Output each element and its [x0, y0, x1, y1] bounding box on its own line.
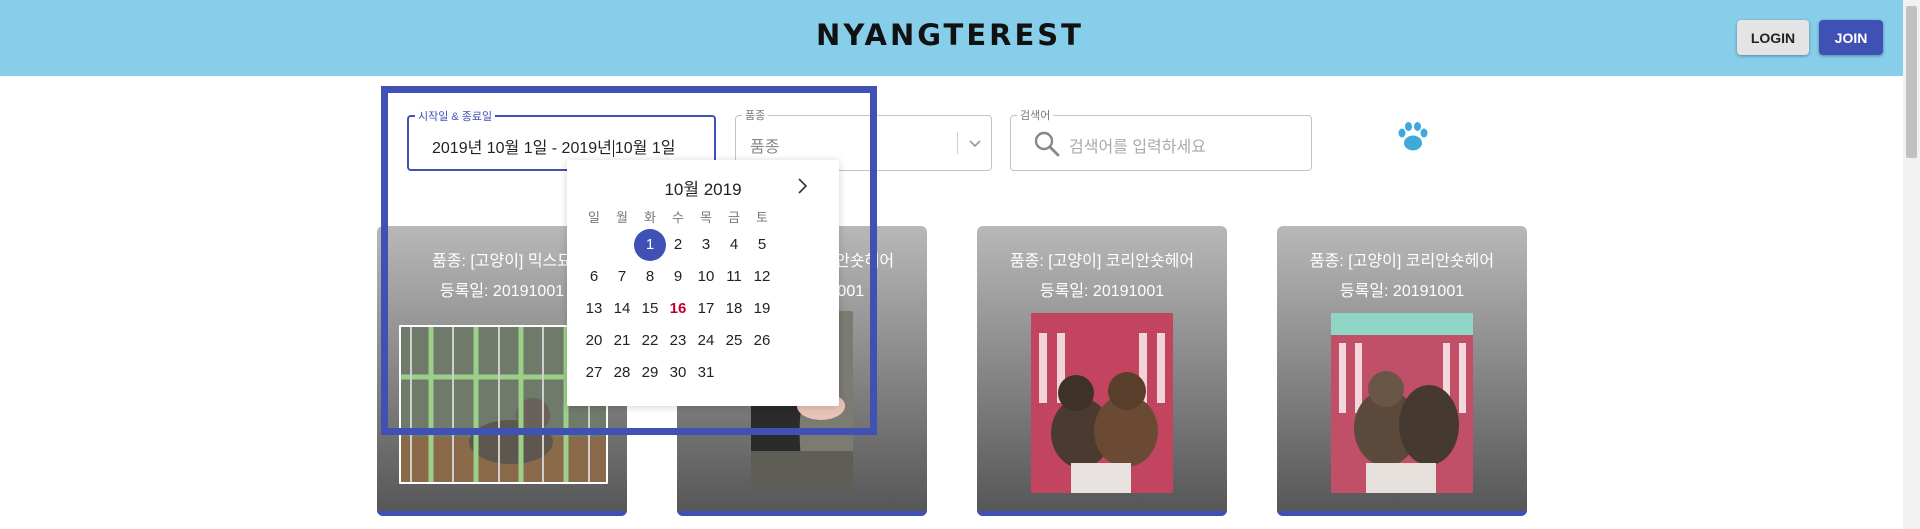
search-label: 검색어: [1017, 107, 1054, 123]
search-icon: [1034, 131, 1060, 157]
join-button[interactable]: JOIN: [1819, 20, 1883, 55]
search-input[interactable]: 검색어를 입력하세요: [1069, 133, 1206, 157]
cat-photo: [1331, 313, 1473, 493]
pet-card[interactable]: 품종: [고양이] 코리안숏헤어 등록일: 20191001: [1277, 226, 1527, 516]
site-logo[interactable]: NYANGTEREST: [0, 18, 1900, 52]
pet-card[interactable]: 품종: [고양이] 코리안숏헤어 등록일: 20191001: [977, 226, 1227, 516]
card-accent-bar: [977, 511, 1227, 516]
card-breed: 품종: [고양이] 코리안숏헤어: [1009, 253, 1195, 270]
card-breed: 품종: [고양이] 코리안숏헤어: [1309, 253, 1495, 270]
chevron-down-icon[interactable]: [966, 134, 984, 152]
card-accent-bar: [677, 511, 927, 516]
app-header: NYANGTEREST LOGIN JOIN: [0, 0, 1920, 76]
search-field[interactable]: 검색어 검색어를 입력하세요: [1010, 107, 1312, 171]
highlight-box: [381, 86, 877, 435]
cat-photo: [1031, 313, 1173, 493]
paw-icon[interactable]: [1396, 120, 1430, 154]
select-divider: [957, 132, 958, 154]
card-accent-bar: [377, 511, 627, 516]
card-date: 등록일: 20191001: [1339, 283, 1465, 300]
vertical-scrollbar[interactable]: [1903, 0, 1920, 529]
scrollbar-thumb[interactable]: [1906, 6, 1917, 158]
login-button[interactable]: LOGIN: [1737, 20, 1809, 55]
card-accent-bar: [1277, 511, 1527, 516]
card-date: 등록일: 20191001: [1039, 283, 1165, 300]
